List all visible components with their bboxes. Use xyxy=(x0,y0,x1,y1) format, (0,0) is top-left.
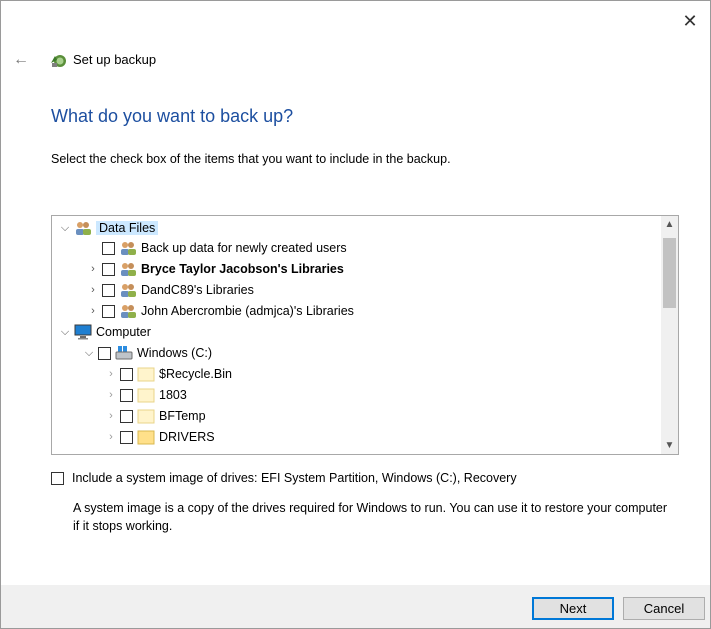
tree-item-label: Windows (C:) xyxy=(137,346,213,360)
checkbox[interactable] xyxy=(120,367,133,381)
system-image-checkbox[interactable] xyxy=(51,471,64,485)
tree-item-label: Computer xyxy=(96,325,151,339)
checkbox[interactable] xyxy=(102,283,115,297)
checkbox[interactable] xyxy=(120,388,133,402)
folder-icon xyxy=(137,388,155,403)
tree-item-recycle-bin[interactable]: › $Recycle.Bin xyxy=(104,364,232,384)
tree-item-drivers[interactable]: › DRIVERS xyxy=(104,427,215,447)
backup-dialog: ✕ ← Set up backup What do you want to ba… xyxy=(0,0,711,629)
checkbox[interactable] xyxy=(120,409,133,423)
expand-chevron-icon[interactable]: › xyxy=(104,406,118,426)
tree-item-label: John Abercrombie (admjca)'s Libraries xyxy=(141,304,354,318)
cancel-button[interactable]: Cancel xyxy=(623,597,705,620)
system-image-description: A system image is a copy of the drives r… xyxy=(73,501,668,533)
checkbox[interactable] xyxy=(102,241,115,255)
collapse-chevron-icon[interactable]: ⌵ xyxy=(58,218,72,238)
scroll-down-icon: ▼ xyxy=(664,440,675,451)
tree-item-bryce-libraries[interactable]: › Bryce Taylor Jacobson's Libraries xyxy=(86,259,344,279)
backup-items-tree[interactable]: ⌵ Data Files Back up data for newly crea… xyxy=(51,215,679,455)
instructions-text: Select the check box of the items that y… xyxy=(51,152,451,166)
scroll-down-button[interactable]: ▼ xyxy=(661,437,678,454)
tree-item-label: DRIVERS xyxy=(159,430,215,444)
users-icon xyxy=(121,305,136,318)
system-image-option[interactable]: Include a system image of drives: EFI Sy… xyxy=(51,471,517,485)
users-icon xyxy=(121,284,136,297)
drive-icon xyxy=(115,346,133,360)
vertical-scrollbar[interactable]: ▲ ▼ xyxy=(661,216,678,454)
expand-chevron-icon[interactable]: › xyxy=(86,280,100,300)
next-button[interactable]: Next xyxy=(532,597,614,620)
back-button[interactable]: ← xyxy=(11,50,31,70)
folder-icon xyxy=(137,409,155,424)
users-icon xyxy=(121,263,136,276)
collapse-chevron-icon[interactable]: ⌵ xyxy=(82,343,96,363)
window-title: Set up backup xyxy=(73,52,157,67)
folder-icon xyxy=(137,430,155,445)
expand-chevron-icon[interactable]: › xyxy=(104,427,118,447)
tree-item-bftemp[interactable]: › BFTemp xyxy=(104,406,206,426)
checkbox[interactable] xyxy=(98,346,111,360)
tree-item-label: Data Files xyxy=(96,221,159,235)
users-icon xyxy=(121,242,136,255)
checkbox[interactable] xyxy=(120,430,133,444)
tree-item-label: Bryce Taylor Jacobson's Libraries xyxy=(141,262,344,276)
close-button[interactable]: ✕ xyxy=(678,9,702,33)
page-heading: What do you want to back up? xyxy=(51,106,294,126)
checkbox[interactable] xyxy=(102,304,115,318)
collapse-chevron-icon[interactable]: ⌵ xyxy=(58,322,72,342)
tree-item-label: 1803 xyxy=(159,388,187,402)
back-arrow-icon: ← xyxy=(13,51,29,68)
system-image-label: Include a system image of drives: EFI Sy… xyxy=(72,471,517,485)
computer-icon xyxy=(74,324,92,340)
tree-item-dandc89-libraries[interactable]: › DandC89's Libraries xyxy=(86,280,254,300)
expand-chevron-icon[interactable]: › xyxy=(86,301,100,321)
tree-item-label: Back up data for newly created users xyxy=(141,241,347,255)
tree-item-new-users[interactable]: Back up data for newly created users xyxy=(86,238,347,258)
scroll-up-icon: ▲ xyxy=(664,219,675,230)
folder-icon xyxy=(137,367,155,382)
close-icon: ✕ xyxy=(682,10,698,31)
checkbox[interactable] xyxy=(102,262,115,276)
expand-chevron-icon[interactable]: › xyxy=(86,259,100,279)
tree-item-1803[interactable]: › 1803 xyxy=(104,385,187,405)
tree-item-john-libraries[interactable]: › John Abercrombie (admjca)'s Libraries xyxy=(86,301,354,321)
expand-chevron-icon[interactable]: › xyxy=(104,385,118,405)
tree-item-windows-c[interactable]: ⌵ Windows (C:) xyxy=(82,343,212,363)
tree-item-label: BFTemp xyxy=(159,409,206,423)
tree-item-computer[interactable]: ⌵ Computer xyxy=(58,322,151,342)
dialog-footer: Next Cancel xyxy=(1,585,710,628)
tree-item-data-files[interactable]: ⌵ Data Files xyxy=(58,218,159,238)
users-icon xyxy=(76,222,91,235)
tree-item-label: DandC89's Libraries xyxy=(141,283,254,297)
scroll-thumb[interactable] xyxy=(663,238,676,308)
scroll-up-button[interactable]: ▲ xyxy=(661,216,678,233)
backup-app-icon xyxy=(51,55,66,67)
expand-chevron-icon[interactable]: › xyxy=(104,364,118,384)
tree-item-label: $Recycle.Bin xyxy=(159,367,232,381)
